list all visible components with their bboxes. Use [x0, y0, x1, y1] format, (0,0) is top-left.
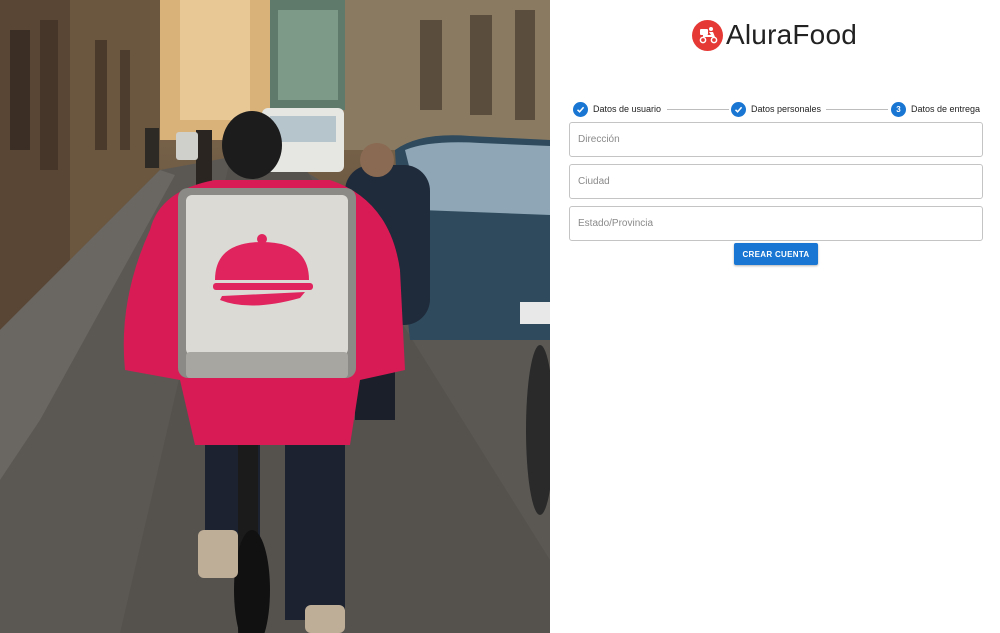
address-field	[569, 122, 983, 157]
step-label: Datos personales	[751, 104, 822, 114]
step-delivery-data[interactable]: 3 Datos de entrega	[891, 100, 980, 118]
step-user-data[interactable]: Datos de usuario	[573, 100, 661, 118]
brand-name: AluraFood	[726, 19, 857, 50]
create-account-button[interactable]: CREAR CUENTA	[734, 243, 818, 265]
step-label: Datos de entrega	[911, 104, 981, 114]
step-label: Datos de usuario	[593, 104, 662, 114]
check-icon	[573, 101, 588, 117]
check-icon	[731, 101, 746, 117]
signup-panel: AluraFood Datos de usuario Datos persona…	[551, 0, 1000, 633]
hero-photo	[0, 0, 550, 633]
step-connector	[667, 109, 729, 110]
delivery-scooter-icon	[692, 19, 723, 51]
signup-stepper: Datos de usuario Datos personales 3 Dato…	[573, 100, 980, 118]
brand: AluraFood	[692, 18, 857, 52]
step-number: 3	[891, 101, 906, 117]
state-province-input[interactable]	[570, 207, 982, 240]
state-province-field	[569, 206, 983, 241]
city-field	[569, 164, 983, 199]
hero-photo-illustration	[0, 0, 550, 633]
step-connector	[826, 109, 888, 110]
step-personal-data[interactable]: Datos personales	[731, 100, 821, 118]
address-input[interactable]	[570, 123, 982, 156]
city-input[interactable]	[570, 165, 982, 198]
